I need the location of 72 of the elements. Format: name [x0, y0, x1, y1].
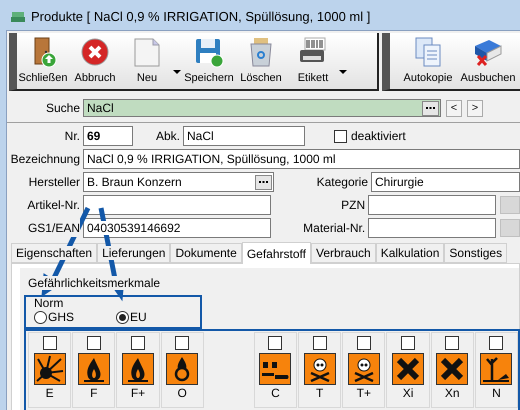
checkbox[interactable]: [131, 336, 145, 350]
skull-icon: [304, 353, 336, 385]
article-number-field[interactable]: [83, 195, 272, 215]
hazard-label: T: [316, 385, 324, 401]
hazard-label: F: [90, 385, 98, 401]
toolbar-button[interactable]: Speichern: [183, 36, 235, 86]
toolbar-button[interactable]: Ausbuchen: [462, 36, 514, 86]
hazard-label: Xi: [402, 385, 414, 401]
tab[interactable]: Dokumente: [170, 243, 242, 263]
checkbox[interactable]: [86, 336, 101, 350]
ean-field[interactable]: 04030539146692: [83, 218, 272, 238]
document-icon: [132, 36, 162, 68]
cross-icon: [392, 353, 424, 385]
hazard-label: E: [46, 385, 54, 401]
toolbar-button[interactable]: Löschen: [235, 36, 287, 86]
toolbar-button[interactable]: Etikett: [287, 36, 349, 86]
hazard-label: O: [178, 385, 187, 401]
number-field: 69: [83, 126, 133, 146]
abbreviation-field[interactable]: NaCl: [183, 126, 305, 146]
radio-button[interactable]: EU: [116, 310, 147, 324]
toolbar-button[interactable]: Neu: [121, 36, 183, 86]
books-icon: [10, 10, 26, 24]
checkbox[interactable]: [312, 336, 327, 350]
explosion-icon: [34, 353, 66, 385]
flame-icon: [78, 353, 110, 385]
toolbar-button[interactable]: Abbruch: [69, 36, 121, 86]
field-label: GS1/EAN: [28, 219, 80, 237]
checkbox[interactable]: [175, 336, 190, 350]
radio-button[interactable]: GHS: [34, 310, 74, 324]
manufacturer-field[interactable]: B. Braun Konzern: [83, 172, 274, 192]
flame-icon: [122, 353, 154, 385]
checkbox[interactable]: [42, 336, 57, 350]
browse-button[interactable]: [422, 100, 439, 116]
checkbox[interactable]: [268, 336, 282, 350]
skull-icon: [348, 353, 380, 385]
checkbox-label: deaktiviert: [351, 128, 406, 145]
copy-icon: [413, 36, 443, 68]
checkbox[interactable]: [445, 336, 460, 350]
hazard-label: C: [271, 385, 280, 401]
tab[interactable]: Sonstiges: [444, 243, 508, 263]
browse-button[interactable]: [255, 174, 272, 190]
search-field[interactable]: NaCl: [83, 99, 441, 117]
cross-icon: [436, 353, 468, 385]
next-button[interactable]: >: [467, 100, 483, 116]
checkbox[interactable]: [489, 336, 504, 350]
checkbox[interactable]: [401, 336, 416, 350]
toolbar-button[interactable]: Autokopie: [402, 36, 454, 86]
tab[interactable]: Lieferungen: [97, 243, 170, 263]
group-label: Norm: [34, 297, 64, 310]
hazard-label: F+: [130, 385, 146, 401]
dropdown-arrow-icon: [339, 70, 347, 74]
tab[interactable]: Gefahrstoff: [242, 242, 311, 264]
material-number-field[interactable]: [368, 218, 496, 238]
cancel-icon: [80, 36, 110, 68]
tab[interactable]: Eigenschaften: [11, 243, 98, 263]
checkbox[interactable]: [356, 336, 371, 350]
corrosion-icon: [259, 353, 292, 385]
dead-tree-icon: [480, 353, 512, 385]
hazard-label: T+: [356, 385, 371, 401]
dropdown-arrow-icon: [173, 70, 181, 74]
checkbox[interactable]: [334, 130, 347, 142]
tab[interactable]: Kalkulation: [376, 243, 444, 263]
tab[interactable]: Verbrauch: [310, 243, 376, 263]
window-title: Produkte [ NaCl 0,9 % IRRIGATION, Spüllösung, 1000 ml ]: [31, 8, 370, 26]
toolbar-button[interactable]: Schließen: [17, 36, 69, 86]
hazard-label: Xn: [444, 385, 460, 401]
previous-button[interactable]: <: [446, 100, 462, 116]
hazard-label: N: [492, 385, 501, 401]
category-field[interactable]: Chirurgie: [371, 172, 520, 192]
group-title: Gefährlichkeitsmerkmale: [28, 276, 160, 290]
pzn-field[interactable]: [368, 195, 496, 215]
description-field[interactable]: NaCl 0,9 % IRRIGATION, Spüllösung, 1000 ml: [83, 149, 520, 169]
